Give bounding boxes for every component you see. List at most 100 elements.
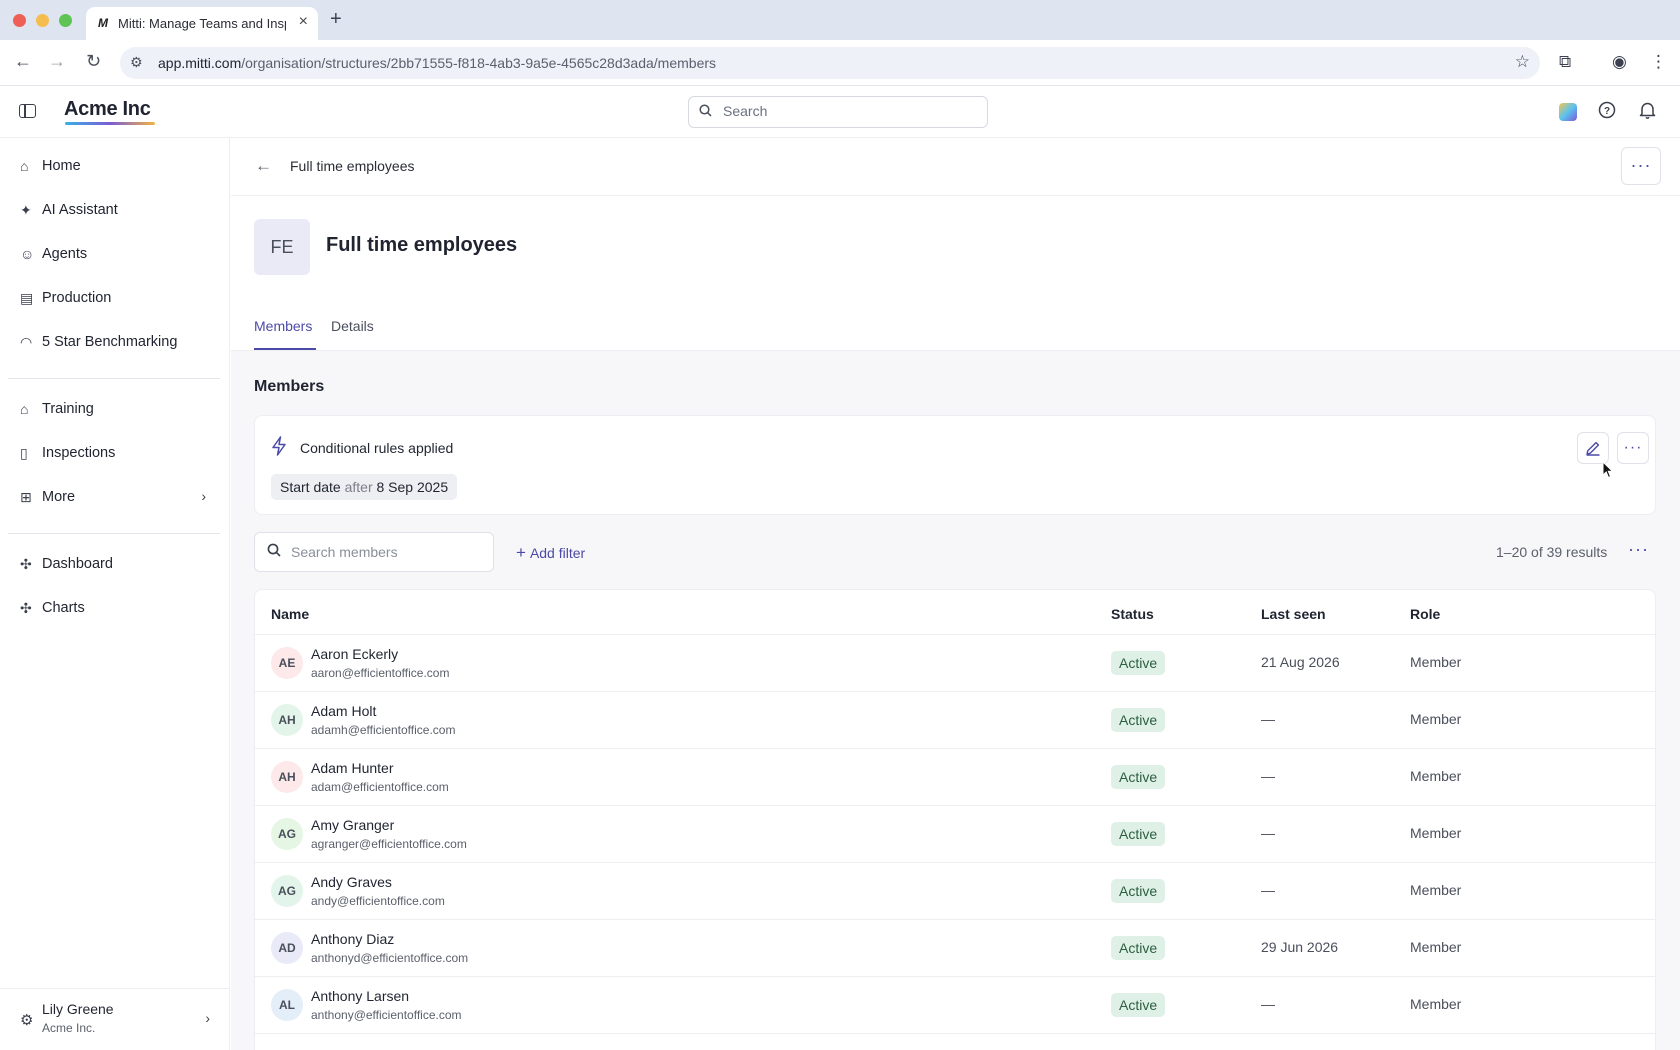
add-filter-button[interactable]: + Add filter — [516, 543, 585, 563]
last-seen: — — [1261, 825, 1275, 841]
home-icon: ⌂ — [20, 158, 29, 174]
member-name[interactable]: Anthony Diaz — [311, 931, 394, 947]
sidebar-divider — [8, 533, 220, 534]
member-search-input[interactable] — [291, 544, 486, 560]
notifications-bell-icon[interactable] — [1639, 101, 1656, 124]
column-header-status[interactable]: Status — [1111, 606, 1154, 622]
clipboard-icon: ▯ — [20, 444, 28, 461]
address-bar[interactable]: ⚙ app.mitti.com/organisation/structures/… — [120, 47, 1540, 79]
user-menu[interactable]: ⚙ Lily Greene Acme Inc. › — [0, 988, 230, 1050]
new-tab-icon[interactable]: + — [330, 8, 342, 31]
brand-logo[interactable]: Acme Inc — [64, 98, 151, 121]
table-row[interactable]: AG Amy Granger agranger@efficientoffice.… — [255, 806, 1655, 863]
search-icon — [267, 543, 281, 560]
table-row[interactable]: AL Anthony Larsen anthony@efficientoffic… — [255, 977, 1655, 1034]
sidebar-item-5-star-benchmarking[interactable]: ◠ 5 Star Benchmarking — [8, 324, 220, 360]
sidebar-item-more[interactable]: ⊞ More › — [8, 479, 220, 515]
member-email: aaron@efficientoffice.com — [311, 666, 450, 680]
tab-title: Mitti: Manage Teams and Inspections — [118, 16, 286, 31]
back-icon[interactable]: ← — [14, 51, 32, 72]
table-more-options-button[interactable]: ··· — [1628, 539, 1649, 560]
avatar: AE — [271, 647, 303, 679]
page-more-options-button[interactable]: ··· — [1621, 147, 1661, 185]
last-seen: — — [1261, 768, 1275, 784]
member-search[interactable] — [254, 532, 494, 572]
member-name[interactable]: Aaron Eckerly — [311, 646, 398, 662]
member-name[interactable]: Amy Granger — [311, 817, 394, 833]
status-badge: Active — [1111, 651, 1166, 675]
bookmark-star-icon[interactable]: ☆ — [1515, 52, 1530, 72]
sidebar-item-training[interactable]: ⌂ Training — [8, 391, 220, 427]
edit-rules-button[interactable] — [1577, 432, 1609, 464]
ai-assistant-logo-icon[interactable] — [1559, 103, 1577, 121]
table-row[interactable]: AH Adam Hunter adam@efficientoffice.com … — [255, 749, 1655, 806]
results-count: 1–20 of 39 results — [1496, 544, 1608, 560]
sidebar-item-label: More — [42, 489, 76, 505]
member-name[interactable]: Adam Hunter — [311, 760, 393, 776]
url-text[interactable]: app.mitti.com/organisation/structures/2b… — [158, 55, 716, 71]
rule-field: Start date — [280, 479, 341, 495]
breadcrumb: Full time employees — [290, 158, 415, 174]
members-table: Name Status Last seen Role AE Aaron Ecke… — [254, 589, 1656, 1050]
member-name[interactable]: Adam Holt — [311, 703, 376, 719]
breadcrumb-bar: ← Full time employees ··· — [231, 138, 1680, 196]
sidebar-item-charts[interactable]: ✣ Charts — [8, 590, 220, 626]
sidebar-item-dashboard[interactable]: ✣ Dashboard — [8, 546, 220, 582]
profile-icon[interactable]: ◉ — [1612, 52, 1627, 72]
reload-icon[interactable]: ↻ — [86, 51, 101, 72]
sidebar-item-ai-assistant[interactable]: ✦ AI Assistant — [8, 192, 220, 228]
table-row[interactable]: AD Anthony Diaz anthonyd@efficientoffice… — [255, 920, 1655, 977]
close-window-button[interactable] — [13, 14, 26, 27]
browser-tab[interactable]: M Mitti: Manage Teams and Inspections × — [86, 7, 318, 40]
maximize-window-button[interactable] — [59, 14, 72, 27]
member-role: Member — [1410, 768, 1462, 784]
site-settings-icon[interactable]: ⚙ — [130, 54, 143, 71]
avatar: AL — [271, 989, 303, 1021]
sidebar-item-label: Training — [42, 401, 94, 417]
member-email: anthonyd@efficientoffice.com — [311, 951, 469, 965]
sidebar-divider — [8, 378, 220, 379]
user-name: Lily Greene — [42, 1001, 114, 1017]
sidebar-toggle-icon[interactable] — [19, 104, 36, 118]
last-seen: — — [1261, 996, 1275, 1012]
sidebar-item-label: AI Assistant — [42, 202, 118, 218]
global-search[interactable] — [688, 96, 988, 128]
sidebar-item-label: Production — [42, 290, 112, 306]
tab-members[interactable]: Members — [254, 318, 312, 334]
table-row[interactable]: AG Andy Graves andy@efficientoffice.com … — [255, 863, 1655, 920]
member-name[interactable]: Anthony Larsen — [311, 988, 409, 1004]
column-header-name[interactable]: Name — [271, 606, 309, 622]
member-role: Member — [1410, 654, 1462, 670]
forward-icon[interactable]: → — [48, 51, 66, 72]
brand-underline — [65, 122, 155, 125]
status-badge: Active — [1111, 936, 1166, 960]
close-tab-icon[interactable]: × — [299, 13, 308, 31]
table-row[interactable]: AE Aaron Eckerly aaron@efficientoffice.c… — [255, 635, 1655, 692]
member-email: adam@efficientoffice.com — [311, 780, 449, 794]
tab-details[interactable]: Details — [331, 318, 374, 334]
last-seen: 29 Jun 2026 — [1261, 939, 1339, 955]
minimize-window-button[interactable] — [36, 14, 49, 27]
last-seen: 21 Aug 2026 — [1261, 654, 1340, 670]
search-input[interactable] — [723, 103, 973, 119]
member-name[interactable]: Andy Graves — [311, 874, 392, 890]
chevron-right-icon: › — [205, 1010, 210, 1026]
back-arrow-icon[interactable]: ← — [255, 156, 272, 176]
table-row[interactable]: AH Adam Holt adamh@efficientoffice.com A… — [255, 692, 1655, 749]
column-header-last-seen[interactable]: Last seen — [1261, 606, 1326, 622]
main-content: ← Full time employees ··· FE Full time e… — [231, 138, 1680, 1050]
column-header-role[interactable]: Role — [1410, 606, 1440, 622]
rules-more-options-button[interactable]: ··· — [1617, 432, 1649, 464]
extensions-icon[interactable]: ⧉ — [1559, 52, 1571, 72]
sidebar-item-home[interactable]: ⌂ Home — [8, 148, 220, 184]
sidebar-item-production[interactable]: ▤ Production — [8, 280, 220, 316]
add-filter-label: Add filter — [529, 545, 586, 561]
sidebar-item-agents[interactable]: ☺ Agents — [8, 236, 220, 272]
status-badge: Active — [1111, 765, 1166, 789]
browser-menu-icon[interactable]: ⋮ — [1650, 52, 1667, 72]
sidebar-item-inspections[interactable]: ▯ Inspections — [8, 435, 220, 471]
help-icon[interactable]: ? — [1598, 101, 1616, 124]
app-header: Acme Inc ? — [0, 86, 1680, 138]
grid-icon: ⊞ — [20, 488, 32, 505]
chevron-right-icon: › — [201, 488, 206, 504]
